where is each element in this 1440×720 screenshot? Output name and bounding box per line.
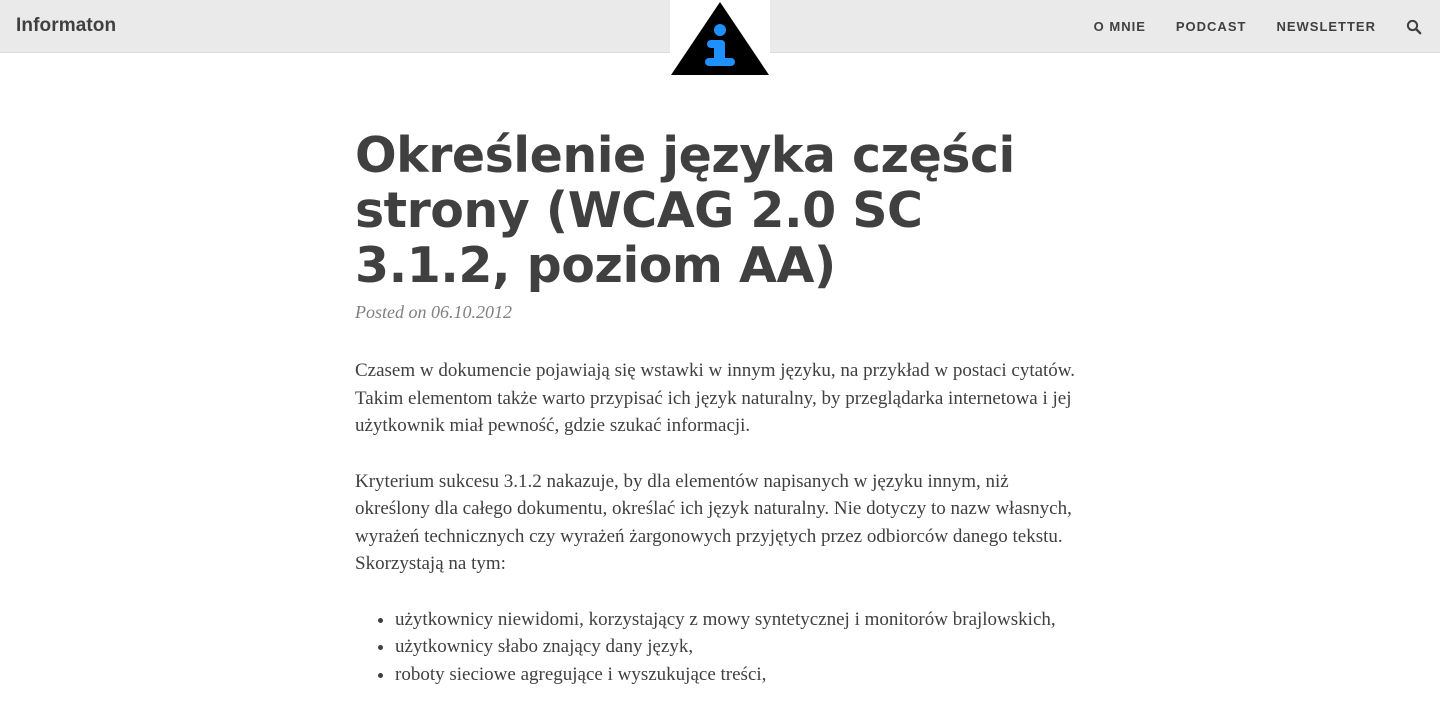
info-triangle-icon [671,2,769,75]
post-title: Określenie języka części strony (WCAG 2.… [355,127,1015,294]
list-item: użytkownicy niewidomi, korzystający z mo… [395,606,1085,634]
post-paragraph: Czasem w dokumencie pojawiają się wstawk… [355,360,1076,436]
post-article: Określenie języka części strony (WCAG 2.… [355,128,1085,688]
post-list: użytkownicy niewidomi, korzystający z mo… [355,606,1085,689]
post-meta: Posted on 06.10.2012 [355,302,512,322]
list-item: użytkownicy słabo znający dany język, [395,633,1085,661]
post-paragraph: Kryterium sukcesu 3.1.2 nakazuje, by dla… [355,470,1072,575]
search-icon[interactable] [1406,19,1422,35]
nav-item-podcast[interactable]: PODCAST [1176,19,1247,34]
site-logo[interactable] [670,0,770,76]
nav-item-newsletter[interactable]: NEWSLETTER [1276,19,1376,34]
main-nav: O MNIE PODCAST NEWSLETTER [1064,0,1422,53]
site-brand-link[interactable]: Informaton [16,15,116,37]
nav-item-about[interactable]: O MNIE [1094,19,1146,34]
list-item: roboty sieciowe agregujące i wyszukujące… [395,661,1085,689]
post-body: Czasem w dokumencie pojawiają się wstawk… [355,357,1085,688]
